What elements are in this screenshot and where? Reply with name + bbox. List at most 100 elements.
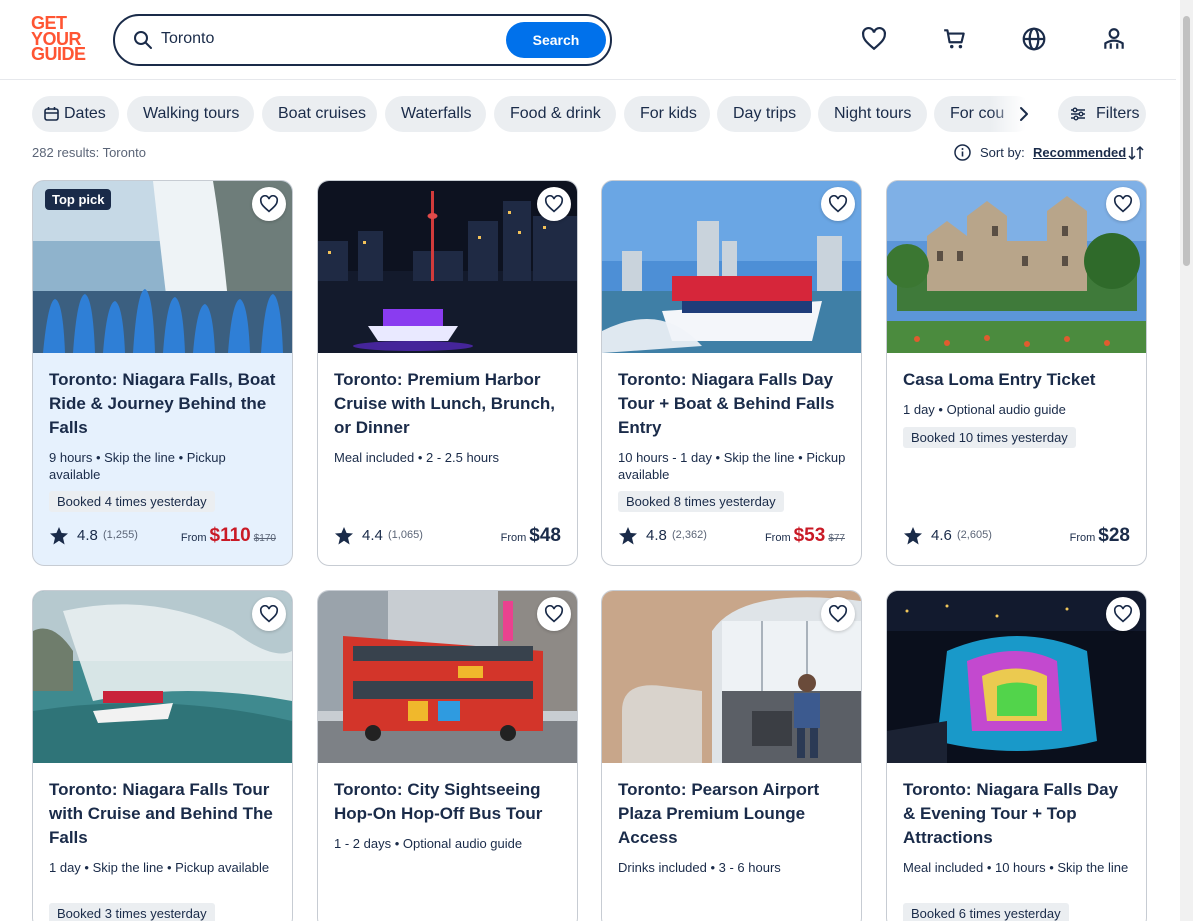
search-button[interactable]: Search (506, 22, 606, 58)
card-image[interactable] (33, 591, 292, 763)
star-icon (904, 527, 922, 545)
booked-badge: Booked 8 times yesterday (618, 491, 784, 512)
card-image[interactable] (887, 181, 1146, 353)
wishlist-button[interactable] (252, 187, 286, 221)
card-price: From $48 (501, 525, 561, 547)
wishlist-button[interactable] (252, 597, 286, 631)
chip-food-drink[interactable]: Food & drink (494, 96, 616, 132)
chip-label: For kids (640, 105, 697, 122)
search-input[interactable] (161, 30, 441, 48)
filters-label: Filters (1096, 105, 1140, 122)
card-title[interactable]: Toronto: Niagara Falls Day Tour + Boat &… (618, 368, 848, 440)
card-price: From $28 (1070, 525, 1130, 547)
card-image[interactable] (602, 181, 861, 353)
sort-label: Sort by: (980, 145, 1025, 160)
activity-card[interactable]: Top pick Toronto: Niagara Falls, Boat Ri… (32, 180, 293, 566)
heart-icon (544, 195, 564, 213)
top-pick-badge: Top pick (45, 189, 112, 210)
card-title[interactable]: Toronto: Pearson Airport Plaza Premium L… (618, 778, 848, 850)
price-from: From (500, 532, 527, 544)
profile-icon[interactable] (1101, 26, 1127, 52)
card-meta: 10 hours - 1 day • Skip the line • Picku… (618, 450, 846, 482)
activity-card[interactable]: Casa Loma Entry Ticket 1 day • Optional … (886, 180, 1147, 566)
card-price: From $53 $77 (765, 525, 845, 547)
booked-badge: Booked 4 times yesterday (49, 491, 215, 512)
globe-icon[interactable] (1021, 26, 1047, 52)
activity-card[interactable]: Toronto: Niagara Falls Tour with Cruise … (32, 590, 293, 921)
chip-label: Day trips (733, 105, 797, 122)
card-image[interactable]: Top pick (33, 181, 292, 353)
review-count: (1,255) (103, 529, 138, 541)
heart-icon (259, 195, 279, 213)
calendar-icon (44, 107, 59, 121)
chip-day-trips[interactable]: Day trips (717, 96, 811, 132)
price-from: From (180, 532, 207, 544)
activity-card[interactable]: Toronto: Pearson Airport Plaza Premium L… (601, 590, 862, 921)
price-from: From (1069, 532, 1096, 544)
heart-icon (259, 605, 279, 623)
star-icon (335, 527, 353, 545)
filters-button[interactable]: Filters (1058, 96, 1146, 132)
price-amount: $110 (209, 525, 251, 546)
sort-value[interactable]: Recommended (1033, 145, 1126, 160)
star-icon (50, 527, 68, 545)
card-meta: Meal included • 2 - 2.5 hours (334, 450, 499, 465)
old-price: $77 (828, 533, 845, 544)
price-amount: $48 (529, 525, 561, 546)
rating-value: 4.8 (646, 527, 667, 544)
chevron-right-icon[interactable] (1012, 104, 1036, 124)
wishlist-button[interactable] (821, 597, 855, 631)
card-image[interactable] (602, 591, 861, 763)
wishlist-button[interactable] (1106, 187, 1140, 221)
rating-value: 4.4 (362, 527, 383, 544)
wishlist-button[interactable] (821, 187, 855, 221)
activity-card[interactable]: Toronto: Niagara Falls Day & Evening Tou… (886, 590, 1147, 921)
card-price: From $110 $170 (181, 525, 276, 547)
activity-card[interactable]: Toronto: Premium Harbor Cruise with Lunc… (317, 180, 578, 566)
rating-value: 4.8 (77, 527, 98, 544)
chip-boat-cruises[interactable]: Boat cruises (262, 96, 377, 132)
info-icon[interactable] (954, 144, 971, 161)
heart-icon (828, 605, 848, 623)
heart-icon[interactable] (861, 26, 887, 52)
booked-badge: Booked 3 times yesterday (49, 903, 215, 921)
chip-dates[interactable]: Dates (32, 96, 119, 132)
page-scrollbar[interactable] (1180, 0, 1193, 921)
chip-waterfalls[interactable]: Waterfalls (385, 96, 486, 132)
booked-badge: Booked 6 times yesterday (903, 903, 1069, 921)
chip-label: Food & drink (510, 105, 601, 122)
activity-card[interactable]: Toronto: City Sightseeing Hop-On Hop-Off… (317, 590, 578, 921)
scrollbar-thumb[interactable] (1183, 16, 1190, 266)
sort-arrows-icon[interactable] (1128, 145, 1144, 161)
wishlist-button[interactable] (1106, 597, 1140, 631)
wishlist-button[interactable] (537, 187, 571, 221)
cart-icon[interactable] (942, 26, 968, 52)
site-header: GET YOUR GUIDE Search (0, 0, 1176, 80)
card-title[interactable]: Toronto: Niagara Falls Day & Evening Tou… (903, 778, 1133, 850)
card-image[interactable] (318, 591, 577, 763)
card-title[interactable]: Toronto: Niagara Falls Tour with Cruise … (49, 778, 279, 850)
card-title[interactable]: Toronto: Niagara Falls, Boat Ride & Jour… (49, 368, 279, 440)
chip-night-tours[interactable]: Night tours (818, 96, 927, 132)
chip-for-kids[interactable]: For kids (624, 96, 710, 132)
chip-walking-tours[interactable]: Walking tours (127, 96, 254, 132)
card-image[interactable] (318, 181, 577, 353)
getyourguide-logo[interactable]: GET YOUR GUIDE (31, 14, 91, 62)
heart-icon (1113, 195, 1133, 213)
heart-icon (1113, 605, 1133, 623)
card-meta: 1 day • Optional audio guide (903, 402, 1066, 417)
star-icon (619, 527, 637, 545)
results-count: 282 results: Toronto (32, 145, 146, 160)
card-title[interactable]: Toronto: Premium Harbor Cruise with Lunc… (334, 368, 564, 440)
card-title[interactable]: Toronto: City Sightseeing Hop-On Hop-Off… (334, 778, 564, 826)
old-price: $170 (253, 533, 276, 544)
search-bar: Search (113, 14, 612, 66)
card-meta: Meal included • 10 hours • Skip the line (903, 860, 1129, 875)
wishlist-button[interactable] (537, 597, 571, 631)
chip-label: Night tours (834, 105, 912, 122)
activity-card[interactable]: Toronto: Niagara Falls Day Tour + Boat &… (601, 180, 862, 566)
card-image[interactable] (887, 591, 1146, 763)
price-amount: $28 (1098, 525, 1130, 546)
card-title[interactable]: Casa Loma Entry Ticket (903, 368, 1133, 392)
price-amount: $53 (793, 525, 826, 546)
